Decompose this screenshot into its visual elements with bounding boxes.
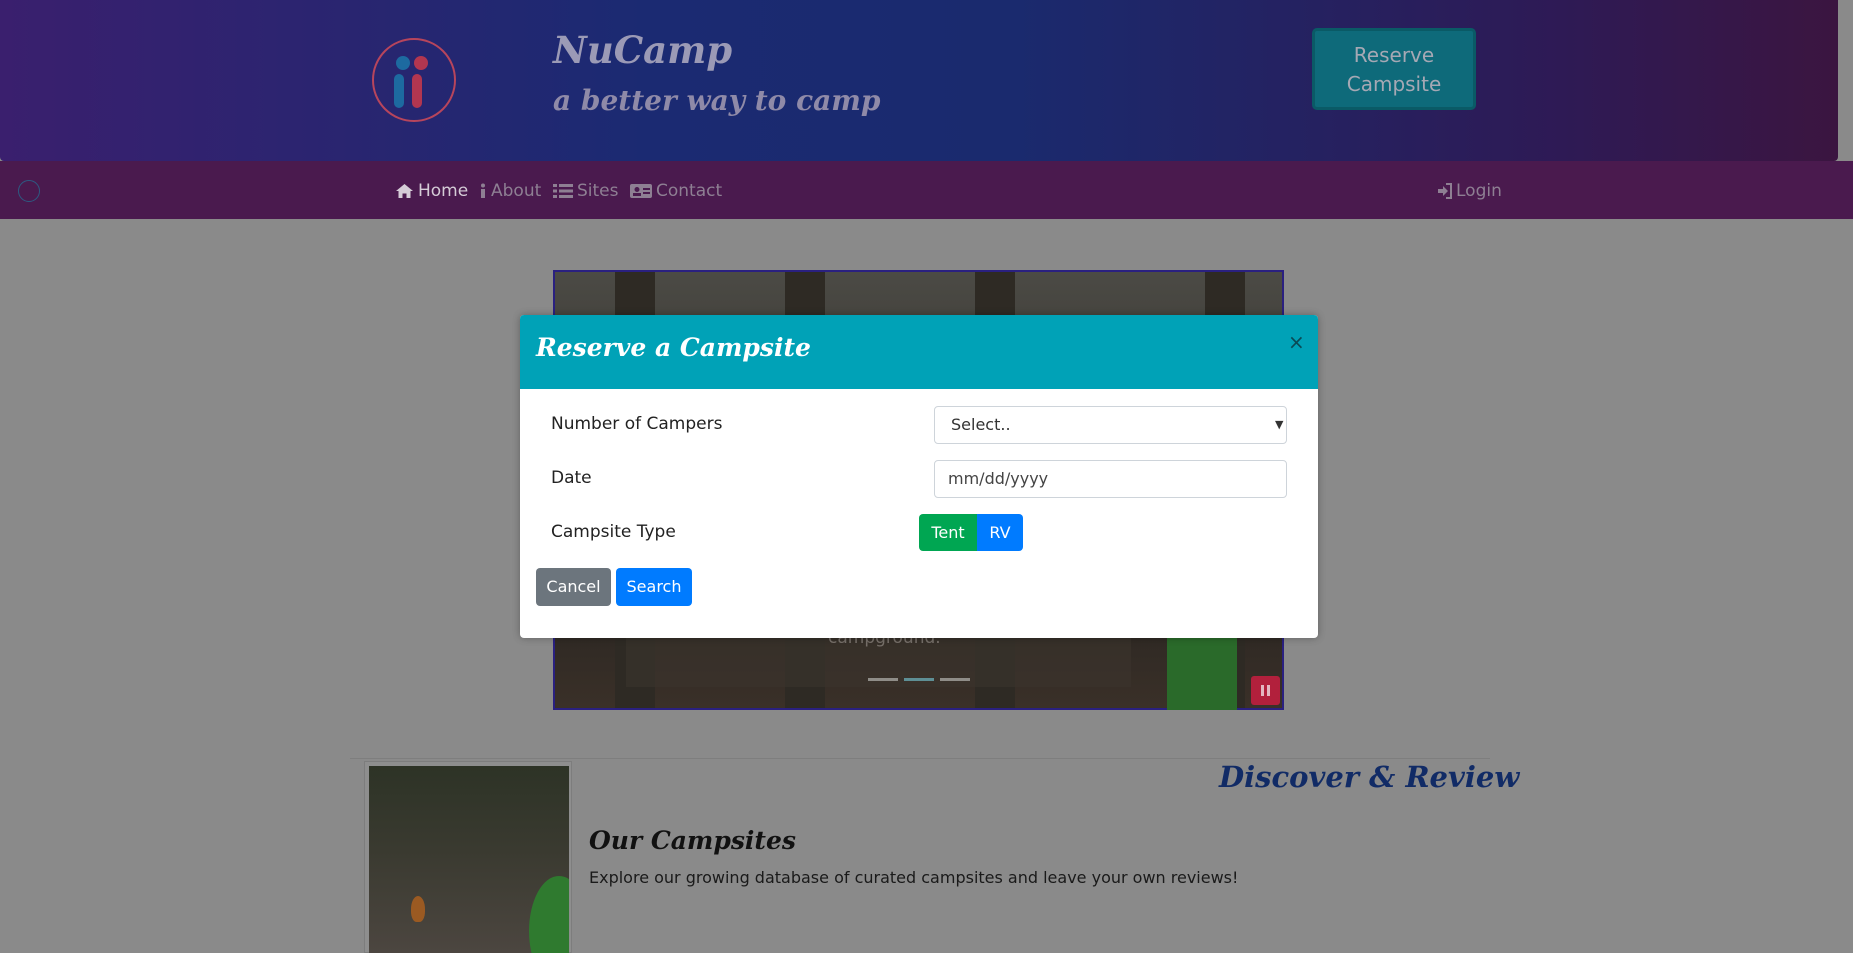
nav-item-contact[interactable]: Contact [630, 181, 722, 201]
nav-item-about[interactable]: About [479, 181, 541, 201]
site-header [0, 0, 1838, 161]
chevron-down-icon: ▼ [1275, 418, 1284, 431]
info-icon [481, 183, 485, 198]
nav-item-sites[interactable]: Sites [553, 181, 619, 201]
nucamp-logo [372, 38, 456, 122]
rv-toggle-button[interactable]: RV [977, 514, 1023, 551]
address-card-icon [630, 184, 652, 198]
nav-item-label: Contact [656, 181, 723, 201]
nav-item-label: Sites [577, 181, 619, 201]
divider [350, 758, 1490, 759]
home-icon [396, 184, 413, 198]
pause-icon [1261, 685, 1264, 696]
date-input[interactable]: mm/dd/yyyy [934, 460, 1287, 498]
card-title: Our Campsites [589, 826, 796, 855]
carousel-indicator[interactable] [868, 678, 898, 681]
date-label: Date [551, 468, 592, 488]
navbar-brand-logo[interactable] [18, 180, 40, 202]
search-button[interactable]: Search [616, 568, 692, 606]
campers-select-value: Select.. [951, 415, 1011, 434]
nav-item-login[interactable]: Login [1437, 181, 1502, 201]
nav-item-home[interactable]: Home [395, 181, 468, 201]
carousel-pause-button[interactable] [1251, 676, 1280, 705]
cancel-button[interactable]: Cancel [536, 568, 611, 606]
campers-label: Number of Campers [551, 414, 723, 434]
campsite-type-label: Campsite Type [551, 522, 676, 542]
reserve-campsite-button[interactable]: Reserve Campsite [1312, 28, 1476, 110]
date-placeholder: mm/dd/yyyy [948, 469, 1049, 488]
nav-item-label: Home [418, 181, 469, 201]
list-icon [553, 184, 573, 198]
carousel-indicator-active[interactable] [904, 678, 934, 681]
carousel-indicator[interactable] [940, 678, 970, 681]
site-tagline: a better way to camp [553, 84, 881, 117]
card-text: Explore our growing database of curated … [589, 868, 1239, 887]
sign-in-icon [1438, 183, 1452, 199]
tent-toggle-button[interactable]: Tent [919, 514, 977, 551]
discover-heading: Discover & Review [1219, 760, 1520, 794]
nav-login-label: Login [1456, 181, 1502, 201]
site-title: NuCamp [553, 28, 733, 72]
navbar [0, 161, 1853, 219]
modal-title: Reserve a Campsite [536, 333, 811, 362]
campsite-thumbnail-image [369, 766, 569, 953]
modal-close-button[interactable]: × [1288, 330, 1305, 354]
close-icon: × [1288, 330, 1305, 354]
reserve-campsite-label: Reserve Campsite [1346, 43, 1442, 96]
campers-select[interactable]: Select.. [934, 406, 1287, 444]
nav-item-label: About [491, 181, 542, 201]
